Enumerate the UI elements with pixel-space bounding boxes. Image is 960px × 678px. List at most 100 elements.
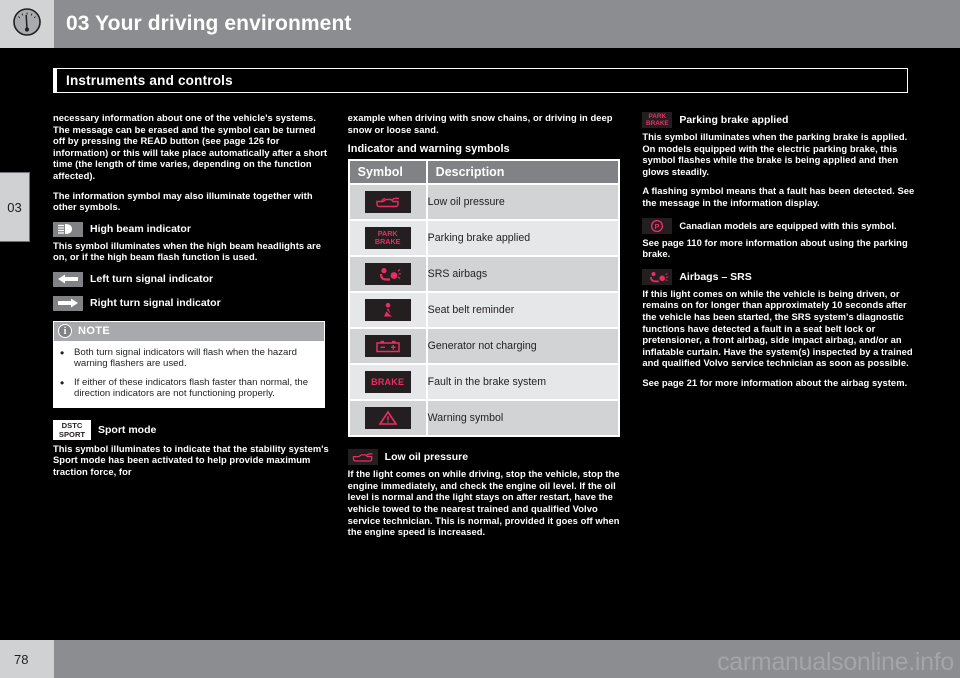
parking-brake-label: Parking brake applied — [679, 114, 789, 126]
page-footer: 78 carmanualsonline.info — [0, 640, 960, 678]
note-item-text: Both turn signal indicators will flash w… — [74, 346, 297, 370]
section-title: Instruments and controls — [66, 73, 233, 88]
dstc-sport-icon: DSTC SPORT — [53, 419, 91, 440]
right-turn-heading-row: Right turn signal indicator — [53, 295, 330, 311]
col-header-symbol: Symbol — [348, 160, 428, 185]
high-beam-heading-row: High beam indicator — [53, 221, 330, 237]
description-cell: Warning symbol — [426, 399, 619, 437]
symbol-cell: BRAKE — [348, 363, 428, 401]
airbags-reference: See page 21 for more information about t… — [642, 376, 908, 388]
dstc-line-1: DSTC — [61, 420, 83, 430]
section-title-bar: Instruments and controls — [53, 68, 908, 93]
symbol-cell — [348, 291, 428, 329]
left-turn-heading-row: Left turn signal indicator — [53, 271, 330, 287]
note-list-item: • Both turn signal indicators will flash… — [60, 347, 316, 370]
symbol-cell — [348, 327, 428, 365]
table-row: Seat belt reminder — [348, 291, 619, 329]
dstc-line-2: SPORT — [58, 429, 86, 439]
description-cell: SRS airbags — [426, 255, 619, 293]
note-header: i NOTE — [54, 321, 324, 341]
paragraph-2: The information symbol may also illumina… — [53, 189, 313, 213]
parking-brake-paragraph-2: A flashing symbol means that a fault has… — [642, 185, 915, 208]
note-title: NOTE — [78, 325, 111, 338]
high-beam-text: This symbol illuminates when the high be… — [53, 239, 322, 263]
canadian-note-row: P Canadian models are equipped with this… — [642, 217, 919, 234]
airbags-paragraph-1: If this light comes on while the vehicle… — [642, 287, 913, 369]
warning-triangle-icon — [364, 407, 411, 430]
low-oil-heading-row: Low oil pressure — [347, 449, 625, 466]
table-header-row: Symbol Description — [348, 160, 619, 185]
low-oil-text: If the light comes on while driving, sto… — [347, 468, 620, 538]
park-brake-line-1: PARK — [648, 113, 667, 120]
park-brake-icon: PARK BRAKE — [364, 227, 411, 250]
description-cell: Seat belt reminder — [426, 291, 619, 329]
srs-airbag-icon — [364, 263, 411, 286]
seat-belt-icon — [364, 299, 411, 322]
content-columns: necessary information about one of the v… — [53, 112, 919, 612]
continued-text: example when driving with snow chains, o… — [347, 112, 613, 135]
header-icon-box — [0, 0, 54, 48]
chapter-tab: 03 — [0, 172, 30, 242]
note-body: • Both turn signal indicators will flash… — [54, 341, 324, 407]
page-number: 78 — [14, 651, 29, 667]
note-list-item: • If either of these indicators flash fa… — [60, 377, 316, 400]
bullet-icon: • — [60, 345, 65, 360]
left-turn-label: Left turn signal indicator — [90, 273, 214, 286]
table-row: Generator not charging — [348, 327, 619, 365]
park-brake-line-2: BRAKE — [374, 237, 401, 247]
manual-page: 03 Your driving environment Instruments … — [0, 0, 960, 678]
svg-text:P: P — [655, 222, 660, 231]
description-cell: Fault in the brake system — [426, 363, 619, 401]
note-item-text: If either of these indicators flash fast… — [74, 376, 309, 400]
col-header-description: Description — [426, 160, 619, 185]
low-oil-pressure-icon — [347, 449, 378, 466]
table-row: Low oil pressure — [348, 183, 619, 221]
airbags-label: Airbags – SRS — [679, 270, 752, 283]
dstc-heading-row: DSTC SPORT Sport mode — [53, 419, 330, 440]
watermark: carmanualsonline.info — [717, 648, 954, 676]
footer-page-box: 78 — [0, 640, 54, 678]
low-oil-label: Low oil pressure — [384, 451, 469, 464]
left-column: necessary information about one of the v… — [53, 112, 330, 612]
dstc-text: This symbol illuminates to indicate that… — [53, 442, 329, 477]
indicator-section-heading: Indicator and warning symbols — [347, 143, 510, 156]
canadian-note-text: Canadian models are equipped with this s… — [679, 220, 897, 232]
middle-column: example when driving with snow chains, o… — [347, 112, 625, 612]
dstc-label: Sport mode — [98, 423, 157, 436]
description-cell: Parking brake applied — [426, 219, 619, 257]
note-box: i NOTE • Both turn signal indicators wil… — [53, 320, 325, 408]
page-header: 03 Your driving environment — [0, 0, 960, 48]
park-brake-icon: PARK BRAKE — [642, 112, 673, 128]
bullet-icon: • — [60, 375, 65, 390]
symbol-cell — [348, 255, 428, 293]
airbags-heading-row: Airbags – SRS — [642, 268, 919, 285]
brake-text-icon: BRAKE — [364, 371, 411, 394]
parking-brake-paragraph-1: This symbol illuminates when the parking… — [642, 131, 908, 177]
right-column: PARK BRAKE Parking brake applied This sy… — [642, 112, 919, 612]
table-row: PARK BRAKE Parking brake applied — [348, 219, 619, 257]
footer-bar: carmanualsonline.info — [54, 640, 960, 678]
intro-paragraph: necessary information about one of the v… — [53, 112, 328, 181]
right-arrow-icon — [53, 295, 83, 311]
brake-badge-label: BRAKE — [371, 377, 405, 388]
table-row: BRAKE Fault in the brake system — [348, 363, 619, 401]
symbol-table: Symbol Description Low oil pressure PARK… — [347, 159, 620, 438]
description-cell: Low oil pressure — [426, 183, 619, 221]
header-bar: 03 Your driving environment — [54, 0, 960, 48]
symbol-cell — [348, 183, 428, 221]
high-beam-icon — [53, 221, 83, 237]
p-circle-icon: P — [642, 217, 673, 234]
description-cell: Generator not charging — [426, 327, 619, 365]
page-title: 03 Your driving environment — [66, 12, 352, 35]
symbol-cell: PARK BRAKE — [348, 219, 428, 257]
table-row: SRS airbags — [348, 255, 619, 293]
battery-icon — [364, 335, 411, 358]
chapter-tab-number: 03 — [7, 199, 22, 215]
right-turn-label: Right turn signal indicator — [90, 297, 221, 310]
info-icon: i — [58, 324, 72, 339]
symbol-cell — [348, 399, 428, 437]
table-row: Warning symbol — [348, 399, 619, 437]
gauge-icon — [12, 7, 42, 42]
low-oil-pressure-icon — [364, 191, 411, 214]
left-arrow-icon — [53, 271, 83, 287]
